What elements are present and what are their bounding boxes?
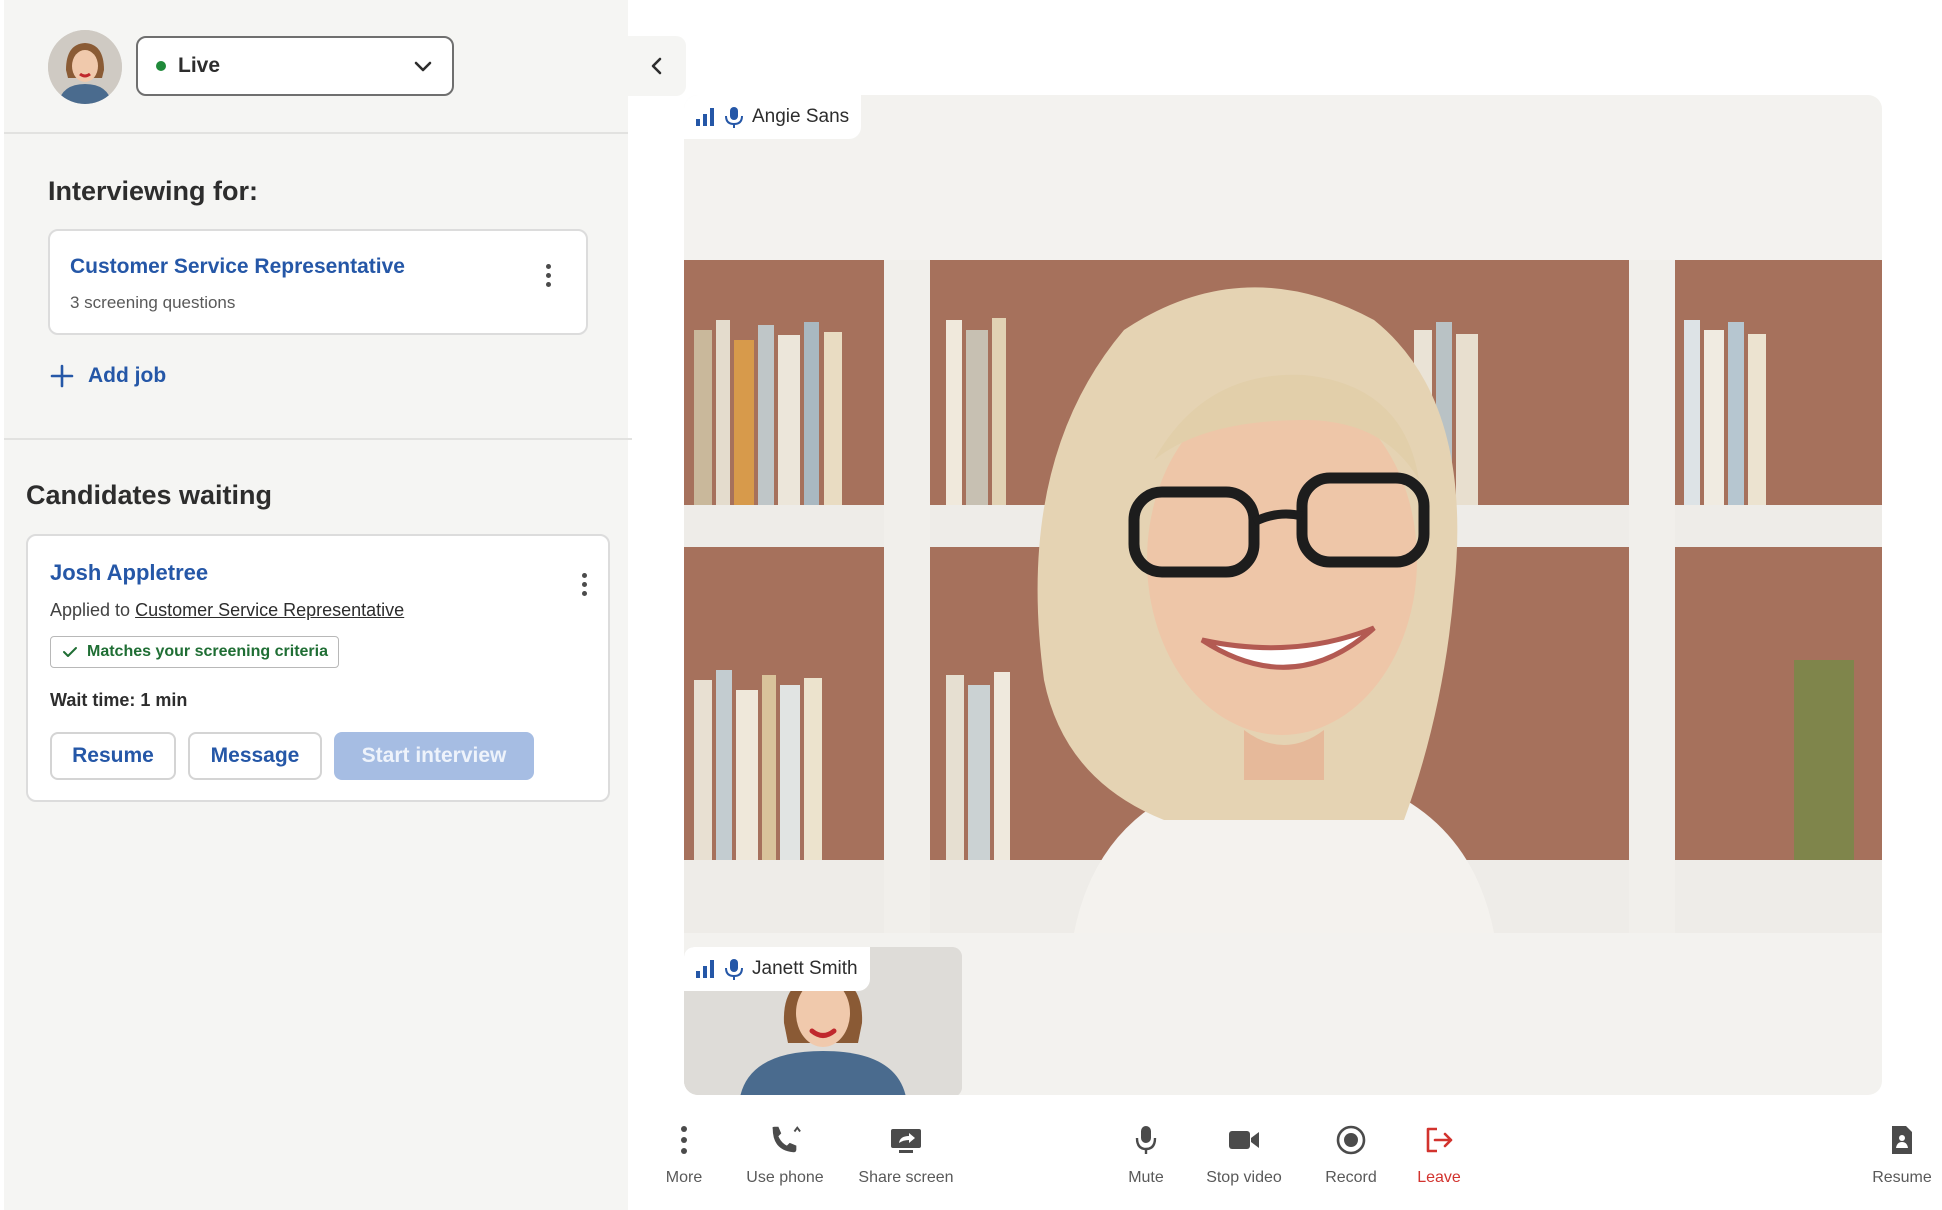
main-participant-tag: Angie Sans (684, 95, 862, 139)
microphone-icon (725, 107, 743, 128)
main-video-feed (684, 260, 1882, 933)
share-screen-button[interactable]: Share screen (856, 1123, 956, 1187)
status-dropdown[interactable]: Live (136, 36, 454, 96)
document-icon (1885, 1123, 1919, 1157)
chevron-left-icon (651, 57, 662, 75)
share-screen-label: Share screen (858, 1169, 954, 1186)
start-interview-button[interactable]: Start interview (334, 732, 534, 780)
sidebar-header: Live (4, 0, 628, 134)
candidate-name-link[interactable]: Josh Appletree (50, 560, 208, 586)
section-divider (4, 438, 632, 440)
more-vertical-icon (667, 1123, 701, 1157)
resume-label: Resume (1872, 1169, 1932, 1186)
match-badge-label: Matches your screening criteria (87, 643, 328, 660)
wait-time: Wait time: 1 min (50, 690, 188, 710)
collapse-sidebar-button[interactable] (628, 36, 686, 96)
self-participant-tag: Janett Smith (684, 947, 870, 991)
job-screening-count: 3 screening questions (70, 293, 236, 312)
live-status-dot (156, 61, 166, 71)
candidate-applied-to: Applied to Customer Service Representati… (50, 600, 404, 621)
candidates-waiting-title: Candidates waiting (26, 480, 273, 510)
job-card[interactable]: Customer Service Representative 3 screen… (48, 229, 588, 335)
mute-button[interactable]: Mute (1122, 1123, 1170, 1187)
job-options-icon[interactable] (536, 255, 560, 295)
stop-video-button[interactable]: Stop video (1200, 1123, 1288, 1187)
mute-label: Mute (1128, 1169, 1164, 1186)
signal-strength-icon (696, 108, 714, 126)
record-label: Record (1325, 1169, 1377, 1186)
record-button[interactable]: Record (1318, 1123, 1384, 1187)
message-button[interactable]: Message (188, 732, 322, 780)
chevron-down-icon (414, 61, 432, 72)
resume-document-button[interactable]: Resume (1870, 1123, 1934, 1187)
share-screen-icon (889, 1123, 923, 1157)
add-job-label: Add job (88, 364, 167, 387)
video-camera-icon (1227, 1123, 1261, 1157)
applied-job-link[interactable]: Customer Service Representative (135, 600, 404, 620)
resume-button[interactable]: Resume (50, 732, 176, 780)
applied-prefix: Applied to (50, 600, 131, 620)
leave-button[interactable]: Leave (1414, 1123, 1464, 1187)
avatar[interactable] (48, 30, 122, 104)
leave-exit-icon (1422, 1123, 1456, 1157)
video-stage: Angie Sans Janett Smith (684, 95, 1882, 1095)
record-icon (1334, 1123, 1368, 1157)
candidate-card: Josh Appletree Applied to Customer Servi… (26, 534, 610, 802)
participant-video-image (684, 260, 1882, 933)
status-label: Live (178, 54, 221, 77)
phone-icon (768, 1123, 802, 1157)
use-phone-label: Use phone (746, 1169, 824, 1186)
interviewing-for-title: Interviewing for: (48, 176, 259, 206)
leave-label: Leave (1417, 1169, 1461, 1186)
use-phone-button[interactable]: Use phone (740, 1123, 830, 1187)
candidate-options-icon[interactable] (572, 564, 596, 604)
more-label: More (665, 1169, 703, 1186)
signal-strength-icon (696, 960, 714, 978)
job-title-link[interactable]: Customer Service Representative (70, 255, 566, 279)
sidebar: Live Interviewing for: Customer Service … (0, 0, 632, 1210)
add-job-button[interactable]: Add job (50, 364, 166, 388)
screening-match-badge: Matches your screening criteria (50, 636, 339, 668)
microphone-icon (1129, 1123, 1163, 1157)
stop-video-label: Stop video (1206, 1169, 1282, 1186)
plus-icon (50, 364, 74, 388)
microphone-icon (725, 959, 743, 980)
self-participant-name: Janett Smith (752, 958, 858, 979)
more-button[interactable]: More (662, 1123, 706, 1187)
main-participant-name: Angie Sans (752, 106, 850, 127)
check-icon (63, 647, 77, 657)
